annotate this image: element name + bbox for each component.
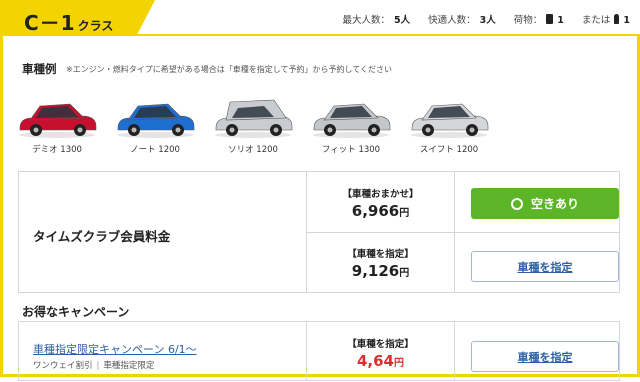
campaign-table: 車種指定限定キャンペーン 6/1～ ワンウェイ割引 | 車種指定限定 【車種を指定】… (18, 321, 620, 381)
specify-price: 9,126円 (351, 262, 410, 280)
specify-label: 【車種を指定】 (347, 249, 414, 260)
class-title: C－1 クラス (24, 11, 114, 35)
car-examples-heading: 車種例 (22, 62, 57, 76)
car-example-label: フィット 1300 (321, 145, 381, 155)
omakase-price-cell: 【車種おまかせ】 6,966円 (307, 172, 455, 232)
alt-luggage-capacity: または 1 (581, 14, 630, 26)
car-image (19, 103, 97, 138)
luggage-capacity: 荷物： 1 (513, 14, 564, 26)
circle-icon (510, 197, 523, 210)
campaign-link[interactable]: 車種指定限定キャンペーン 6/1～ (33, 341, 197, 357)
specify-price-cell: 【車種を指定】 9,126円 (307, 232, 455, 292)
car-example: フィット 1300 (306, 88, 396, 158)
campaign-action-cell: 車種を指定 (455, 322, 619, 382)
car-image (411, 103, 489, 138)
price-table: タイムズクラブ会員料金 【車種おまかせ】 6,966円 空きあり 【車種を指定】… (18, 171, 620, 293)
car-example-label: スイフト 1200 (419, 145, 479, 155)
member-price-label: タイムズクラブ会員料金 (33, 229, 171, 244)
available-button[interactable]: 空きあり (471, 188, 619, 219)
car-image (215, 99, 293, 138)
campaign-specify-button[interactable]: 車種を指定 (471, 341, 619, 372)
car-example: ソリオ 1200 (208, 88, 298, 158)
car-example: デミオ 1300 (12, 88, 102, 158)
omakase-price: 6,966円 (351, 202, 410, 220)
campaign-price-cell: 【車種を指定】 4,64円 (307, 322, 455, 380)
campaign-section-title: お得なキャンペーン (22, 305, 130, 319)
omakase-action-cell: 空きあり (455, 172, 619, 232)
campaign-info-cell: 車種指定限定キャンペーン 6/1～ ワンウェイ割引 | 車種指定限定 (19, 322, 307, 380)
campaign-price: 4,64円 (356, 352, 404, 370)
golf-bag-icon (614, 14, 620, 24)
capacity-info: 最大人数： 5人 快適人数： 3人 荷物： 1 または 1 (342, 12, 630, 26)
car-example: スイフト 1200 (404, 88, 494, 158)
campaign-tags: ワンウェイ割引 | 車種指定限定 (33, 361, 155, 371)
campaign-price-label: 【車種を指定】 (347, 339, 414, 350)
car-example-label: デミオ 1300 (32, 145, 82, 155)
class-header: C－1 クラス 最大人数： 5人 快適人数： 3人 荷物： 1 または 1 (0, 0, 640, 36)
max-capacity: 最大人数： 5人 (342, 15, 411, 26)
car-example-label: ソリオ 1200 (228, 145, 278, 155)
member-price-cell: タイムズクラブ会員料金 (19, 172, 307, 292)
car-image (313, 103, 391, 138)
car-example-label: ノート 1200 (130, 145, 180, 155)
car-examples-note: ※エンジン・燃料タイプに希望がある場合は「車種を指定して予約」から予約してくださ… (66, 65, 392, 74)
specify-action-cell: 車種を指定 (455, 232, 619, 292)
car-image (117, 103, 195, 138)
suitcase-icon (546, 14, 554, 24)
omakase-label: 【車種おまかせ】 (342, 189, 419, 200)
specify-car-button[interactable]: 車種を指定 (471, 251, 619, 282)
tag-separator: | (96, 361, 100, 371)
car-example: ノート 1200 (110, 88, 200, 158)
comfort-capacity: 快適人数： 3人 (428, 15, 496, 26)
